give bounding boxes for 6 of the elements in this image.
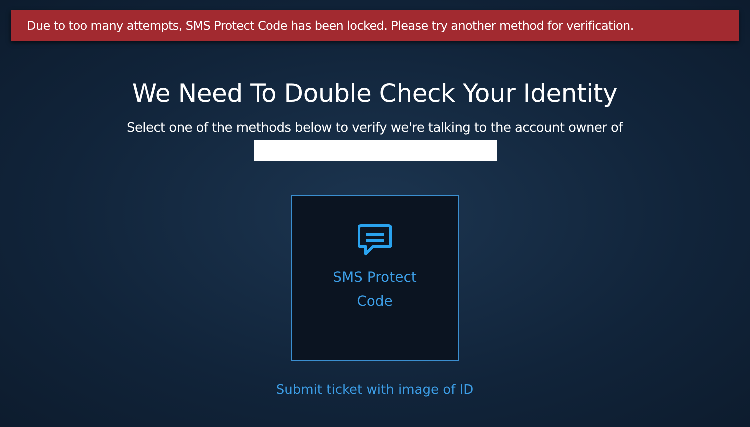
submit-ticket-link[interactable]: Submit ticket with image of ID bbox=[276, 381, 474, 400]
error-message: Due to too many attempts, SMS Protect Code has been locked. Please try another method for verification. bbox=[27, 18, 634, 34]
instruction-text: Select one of the methods below to verify we're talking to the account owner of bbox=[127, 120, 623, 138]
page-title: We Need To Double Check Your Identity bbox=[132, 79, 618, 109]
verification-method-card[interactable]: SMS Protect Code bbox=[291, 195, 459, 361]
chat-bubble-icon bbox=[358, 224, 392, 256]
